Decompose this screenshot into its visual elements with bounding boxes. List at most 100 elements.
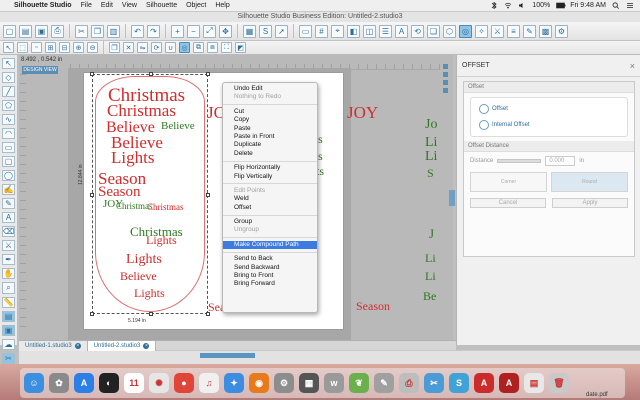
menu-item-duplicate[interactable]: Duplicate <box>223 141 317 149</box>
word-green[interactable]: J <box>429 227 434 240</box>
bluetooth-icon[interactable] <box>490 1 498 10</box>
menu-item-bring-forward[interactable]: Bring Forward <box>223 280 317 288</box>
word-green[interactable]: Jo <box>425 118 437 132</box>
line-color-icon[interactable]: ◫ <box>363 24 376 38</box>
menu-help[interactable]: Help <box>215 2 229 9</box>
page-setup-icon[interactable]: ▭ <box>299 24 312 38</box>
search-icon[interactable] <box>612 2 620 9</box>
cancel-button[interactable]: Cancel <box>470 198 546 208</box>
line-style-icon[interactable]: ☰ <box>379 24 392 38</box>
close-icon[interactable]: × <box>630 61 635 71</box>
wifi-icon[interactable] <box>504 2 512 9</box>
store-icon[interactable]: S <box>259 24 272 38</box>
firefox-icon[interactable]: ◉ <box>249 373 269 393</box>
notification-center-icon[interactable] <box>626 2 634 9</box>
tab-document[interactable]: Untitled-2.studio3 × <box>87 340 157 351</box>
knife-tool-icon[interactable]: ⚔ <box>2 240 15 251</box>
pointer-tool-icon[interactable]: ↖ <box>2 58 15 69</box>
word-green[interactable]: S <box>427 167 434 179</box>
close-tab-icon[interactable]: × <box>74 342 81 349</box>
cut-panel-icon[interactable]: ✂ <box>2 353 15 364</box>
acrobat-icon[interactable]: A <box>474 373 494 393</box>
open-icon[interactable]: ▤ <box>19 24 32 38</box>
offset-tool-icon[interactable]: ◎ <box>459 24 472 38</box>
sketch-icon[interactable]: ✎ <box>523 24 536 38</box>
zoom-out-icon[interactable]: − <box>187 24 200 38</box>
mirror-icon[interactable]: ⇋ <box>137 42 148 53</box>
menu-app-name[interactable]: Silhouette Studio <box>14 2 72 9</box>
resize-handle[interactable] <box>206 72 210 76</box>
leaf-icon[interactable]: ❦ <box>349 373 369 393</box>
design-store-icon[interactable]: ▩ <box>539 24 552 38</box>
rectangle-tool-icon[interactable]: ▭ <box>2 142 15 153</box>
undo-icon[interactable]: ↶ <box>131 24 144 38</box>
library-icon[interactable]: ▦ <box>243 24 256 38</box>
ellipse-tool-icon[interactable]: ◯ <box>2 170 15 181</box>
smooth-freehand-tool-icon[interactable]: ✎ <box>2 198 15 209</box>
wave-icon[interactable]: w <box>324 373 344 393</box>
line-tool-icon[interactable]: ╱ <box>2 86 15 97</box>
send-icon[interactable]: ➚ <box>275 24 288 38</box>
resize-handle[interactable] <box>206 193 210 197</box>
word-green[interactable]: Li <box>425 252 436 264</box>
desktop-file-label[interactable]: date.pdf <box>586 392 608 398</box>
battery-icon[interactable] <box>556 2 566 9</box>
delete-icon[interactable]: ✕ <box>123 42 134 53</box>
close-tab-icon[interactable]: × <box>143 342 150 349</box>
polygon-tool-icon[interactable]: ⬠ <box>2 100 15 111</box>
chrome-icon[interactable]: ● <box>174 373 194 393</box>
trace-icon[interactable]: ✧ <box>475 24 488 38</box>
cut-icon[interactable]: ✂ <box>75 24 88 38</box>
copy-icon[interactable]: ❐ <box>91 24 104 38</box>
calendar-icon[interactable]: 11 <box>124 373 144 393</box>
ungroup-icon[interactable]: ⊟ <box>59 42 70 53</box>
release-compound-icon[interactable]: ⊖ <box>87 42 98 53</box>
scissors-icon[interactable]: ✂ <box>424 373 444 393</box>
word-green[interactable]: Be <box>423 290 436 302</box>
cloud-panel-icon[interactable]: ☁ <box>2 339 15 350</box>
edit-points-tool-icon[interactable]: ◇ <box>2 72 15 83</box>
word-green[interactable]: Li <box>425 150 437 164</box>
text-tool-icon[interactable]: A <box>2 212 15 223</box>
apply-button[interactable]: Apply <box>552 198 628 208</box>
knife-icon[interactable]: ⚔ <box>491 24 504 38</box>
offset-icon[interactable]: ◎ <box>179 42 190 53</box>
menu-item-flip-horizontally[interactable]: Flip Horizontally <box>223 164 317 172</box>
resize-handle[interactable] <box>206 312 210 316</box>
silhouette-icon[interactable]: S <box>449 373 469 393</box>
menu-item-undo-edit[interactable]: Undo Edit <box>223 85 317 93</box>
printer-icon[interactable]: ⎙ <box>399 373 419 393</box>
resize-handle[interactable] <box>90 193 94 197</box>
menu-item-copy[interactable]: Copy <box>223 116 317 124</box>
paste-icon[interactable]: ▥ <box>107 24 120 38</box>
freehand-tool-icon[interactable]: ✍ <box>2 184 15 195</box>
finder-icon[interactable]: ☺ <box>24 373 44 393</box>
menu-view[interactable]: View <box>122 2 137 9</box>
arc-tool-icon[interactable]: ◠ <box>2 128 15 139</box>
selection-box[interactable] <box>90 72 210 316</box>
word-green[interactable]: s <box>318 133 323 145</box>
pan-icon[interactable]: ✥ <box>219 24 232 38</box>
menu-item-send-backward[interactable]: Send Backward <box>223 264 317 272</box>
modify-icon[interactable]: ⬡ <box>443 24 456 38</box>
app-2-icon[interactable]: ✎ <box>374 373 394 393</box>
menu-item-send-to-back[interactable]: Send to Back <box>223 255 317 263</box>
system-prefs-icon[interactable]: ⚙ <box>274 373 294 393</box>
resize-handle[interactable] <box>149 72 153 76</box>
pan-tool-icon[interactable]: ✋ <box>2 268 15 279</box>
menu-item-bring-to-front[interactable]: Bring to Front <box>223 272 317 280</box>
text-style-icon[interactable]: A <box>395 24 408 38</box>
menu-file[interactable]: File <box>81 2 92 9</box>
distance-slider[interactable] <box>497 159 542 163</box>
corner-style-button[interactable]: Corner <box>470 172 547 192</box>
registration-icon[interactable]: ⌖ <box>331 24 344 38</box>
safari-icon[interactable]: ✦ <box>224 373 244 393</box>
transform-icon[interactable]: ⟲ <box>411 24 424 38</box>
new-document-icon[interactable]: ▢ <box>3 24 16 38</box>
offset-option[interactable]: Offset <box>471 101 627 117</box>
clock[interactable]: Fri 9:48 AM <box>570 2 606 9</box>
zoom-tool-icon[interactable]: ⌕ <box>2 282 15 294</box>
fill-color-icon[interactable]: ◧ <box>347 24 360 38</box>
menu-silhouette[interactable]: Silhouette <box>146 2 177 9</box>
word-green[interactable]: s <box>318 150 323 162</box>
